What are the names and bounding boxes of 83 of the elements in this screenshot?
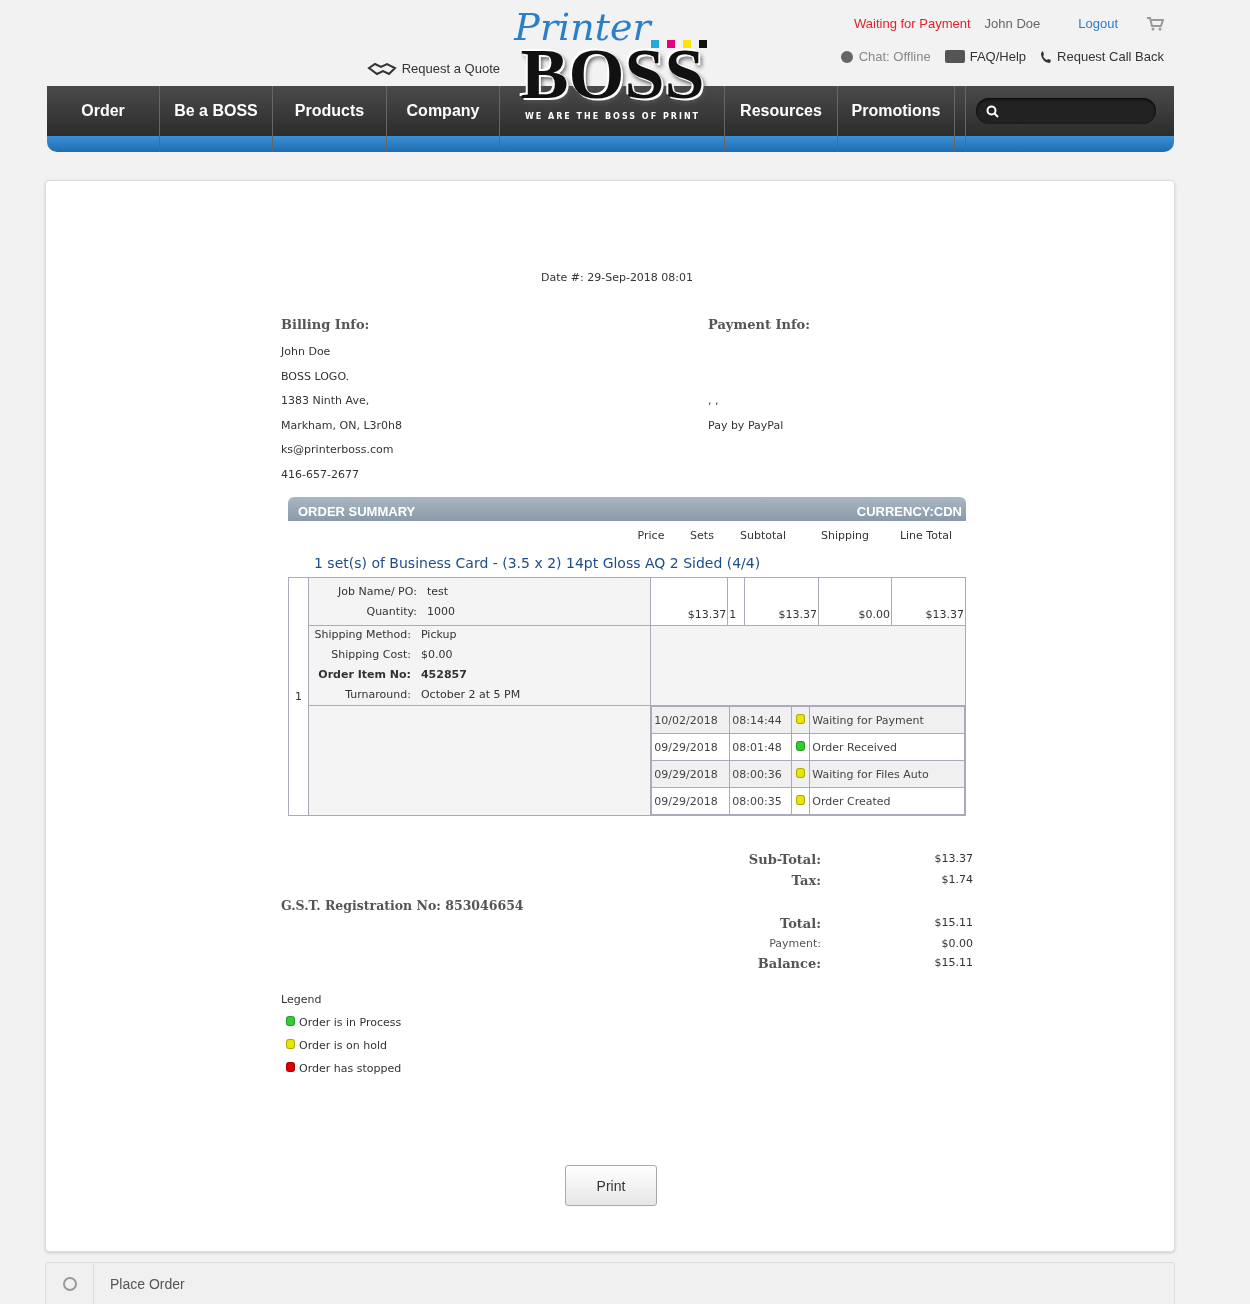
currency-label: CURRENCY:CDN [856, 503, 962, 519]
logout-link[interactable]: Logout [1078, 16, 1118, 31]
callback-link[interactable]: Request Call Back [1040, 49, 1164, 64]
history-status: Waiting for Files Auto [812, 767, 929, 781]
total-label: Payment: [768, 937, 821, 950]
gst-number: G.S.T. Registration No: 853046654 [281, 898, 524, 913]
payment-line: Pay by PayPal [708, 417, 785, 434]
column-header: Shipping [820, 529, 870, 544]
billing-title: Billing Info: [281, 317, 371, 332]
history-status: Order Created [812, 794, 891, 808]
search-field[interactable] [976, 98, 1156, 124]
phone-icon [1040, 49, 1053, 64]
billing-line: John Doe [281, 344, 332, 360]
column-header: Price [636, 529, 666, 544]
breadcrumb-link[interactable]: Place Order [94, 1276, 185, 1292]
history-time: 08:00:35 [732, 794, 782, 808]
total-value: $15.11 [933, 916, 973, 931]
nav-tab[interactable]: Products [273, 86, 387, 152]
payment-title: Payment Info: [708, 317, 811, 332]
detail-label: Order Item No: [317, 668, 411, 681]
detail-value: Pickup [420, 628, 458, 641]
legend-label: Order has stopped [299, 1062, 402, 1075]
billing-line: 1383 Ninth Ave, [281, 393, 371, 409]
legend-label: Order is in Process [299, 1016, 402, 1029]
legend-title: Legend [281, 993, 323, 1006]
nav-tab[interactable]: Resources [725, 86, 838, 152]
invoice-date: Date #: 29-Sep-2018 08:01 [541, 271, 694, 284]
total-label: Sub-Total: [747, 852, 821, 867]
faq-link[interactable]: FAQ/Help [944, 49, 1027, 64]
history-status: Waiting for Payment [812, 713, 924, 727]
history-date: 09/29/2018 [654, 740, 718, 754]
nav-tab[interactable]: Order [47, 86, 160, 152]
detail-label: Shipping Method: [313, 628, 411, 641]
price-cell: 1 [729, 608, 737, 621]
item-title: 1 set(s) of Business Card - (3.5 x 2) 14pt Gloss AQ 2 Sided (4/4) [313, 555, 762, 573]
cart-icon[interactable] [1146, 16, 1164, 31]
row-number: 1 [294, 690, 302, 703]
column-header: Sets [689, 529, 715, 544]
history-status: Order Received [812, 740, 898, 754]
summary-title: ORDER SUMMARY [298, 503, 416, 519]
column-header: Subtotal [738, 529, 788, 544]
detail-label: Job Name/ PO: [336, 585, 417, 598]
history-time: 08:14:44 [732, 713, 782, 727]
detail-label: Quantity: [365, 605, 417, 618]
total-value: $13.37 [933, 852, 973, 867]
total-label: Total: [778, 916, 821, 931]
detail-value: $0.00 [420, 648, 454, 661]
price-cell: $0.00 [858, 608, 890, 621]
nav-tab[interactable]: Be a BOSS [160, 86, 273, 152]
nav-tab[interactable]: Promotions [838, 86, 955, 152]
history-date: 09/29/2018 [654, 767, 718, 781]
status-link[interactable]: Waiting for Payment [854, 16, 971, 31]
price-cell: $13.37 [687, 608, 727, 621]
payment-line: , , [708, 393, 720, 409]
detail-value: October 2 at 5 PM [420, 688, 522, 701]
nav-tab[interactable]: Company [387, 86, 500, 152]
billing-line: BOSS LOGO. [281, 368, 351, 385]
detail-value: 452857 [420, 668, 468, 681]
total-label: Tax: [790, 873, 821, 888]
detail-label: Turnaround: [344, 688, 411, 701]
detail-value: 1000 [426, 605, 456, 618]
history-date: 10/02/2018 [654, 713, 718, 727]
billing-line: ks@printerboss.com [281, 442, 395, 458]
detail-label: Shipping Cost: [330, 648, 411, 661]
quote-link[interactable]: Request a Quote [366, 61, 500, 76]
total-label: Balance: [756, 956, 821, 971]
detail-value: test [426, 585, 450, 598]
print-button[interactable]: Print [565, 1165, 657, 1206]
price-cell: $13.37 [778, 608, 818, 621]
column-header: Line Total [898, 529, 954, 544]
billing-line: 416-657-2677 [281, 466, 360, 483]
legend-label: Order is on hold [299, 1039, 387, 1052]
logo-tagline: WE ARE THE BOSS OF PRINT [524, 112, 701, 121]
history-date: 09/29/2018 [654, 794, 718, 808]
search-icon [986, 104, 999, 118]
total-value: $1.74 [940, 873, 973, 888]
user-name: John Doe [984, 16, 1041, 31]
billing-line: Markham, ON, L3r0h8 [281, 417, 404, 434]
history-time: 08:00:36 [732, 767, 782, 781]
history-time: 08:01:48 [732, 740, 782, 754]
total-value: $15.11 [933, 956, 973, 971]
price-cell: $13.37 [925, 608, 964, 621]
total-value: $0.00 [940, 937, 973, 950]
